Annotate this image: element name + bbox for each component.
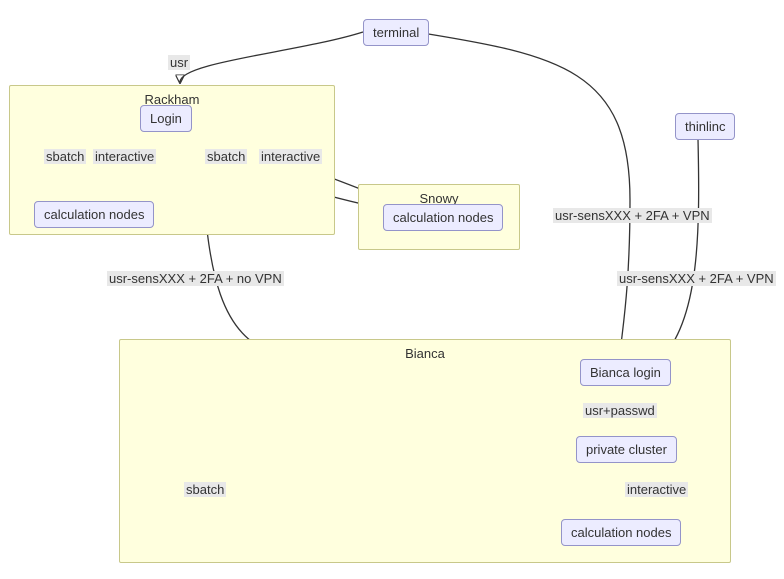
edge-interactive1: interactive [93, 149, 156, 164]
edge-usrpasswd: usr+passwd [583, 403, 657, 418]
edge-sbatch3: sbatch [184, 482, 226, 497]
edge-interactive3: interactive [625, 482, 688, 497]
edge-sbatch1: sbatch [44, 149, 86, 164]
node-thinlinc: thinlinc [675, 113, 735, 140]
edge-sbatch2: sbatch [205, 149, 247, 164]
edge-sens-novpn: usr-sensXXX + 2FA + no VPN [107, 271, 284, 286]
node-rackham-calc: calculation nodes [34, 201, 154, 228]
cluster-bianca-label: Bianca [405, 346, 445, 361]
node-snowy-calc: calculation nodes [383, 204, 503, 231]
node-bianca-calc: calculation nodes [561, 519, 681, 546]
node-private-cluster: private cluster [576, 436, 677, 463]
node-rackham-login: Login [140, 105, 192, 132]
node-terminal: terminal [363, 19, 429, 46]
edge-interactive2: interactive [259, 149, 322, 164]
edge-sens-vpn2: usr-sensXXX + 2FA + VPN [617, 271, 776, 286]
node-bianca-login: Bianca login [580, 359, 671, 386]
edge-sens-vpn1: usr-sensXXX + 2FA + VPN [553, 208, 712, 223]
edge-usr: usr [168, 55, 190, 70]
